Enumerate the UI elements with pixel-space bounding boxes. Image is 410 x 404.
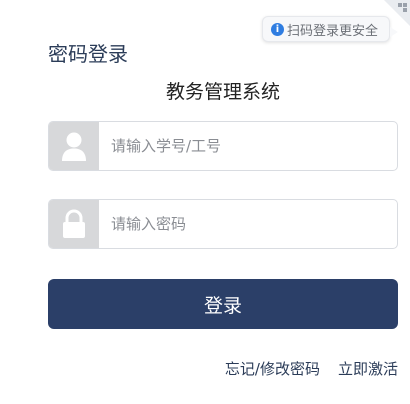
password-input[interactable] <box>99 200 397 248</box>
username-field <box>48 121 398 171</box>
system-title: 教务管理系统 <box>165 81 280 103</box>
qr-hint-text: 扫码登录更安全 <box>287 23 379 39</box>
activate-account-link[interactable]: 立即激活 <box>338 358 398 379</box>
auxiliary-links: 忘记/修改密码 立即激活 <box>225 358 398 379</box>
login-title: 密码登录 <box>48 42 128 66</box>
qr-code-toggle[interactable] <box>384 0 410 26</box>
qr-code-icon <box>384 0 410 26</box>
username-input[interactable] <box>99 122 397 170</box>
qr-login-hint: i 扫码登录更安全 <box>262 16 398 42</box>
user-icon <box>49 122 99 170</box>
info-icon: i <box>271 22 284 36</box>
lock-icon <box>49 200 99 248</box>
login-button[interactable]: 登录 <box>48 279 398 329</box>
forgot-password-link[interactable]: 忘记/修改密码 <box>225 358 320 379</box>
login-page: i 扫码登录更安全 密码登录 教务管理系统 登录 <box>0 0 410 404</box>
password-field <box>48 199 398 249</box>
